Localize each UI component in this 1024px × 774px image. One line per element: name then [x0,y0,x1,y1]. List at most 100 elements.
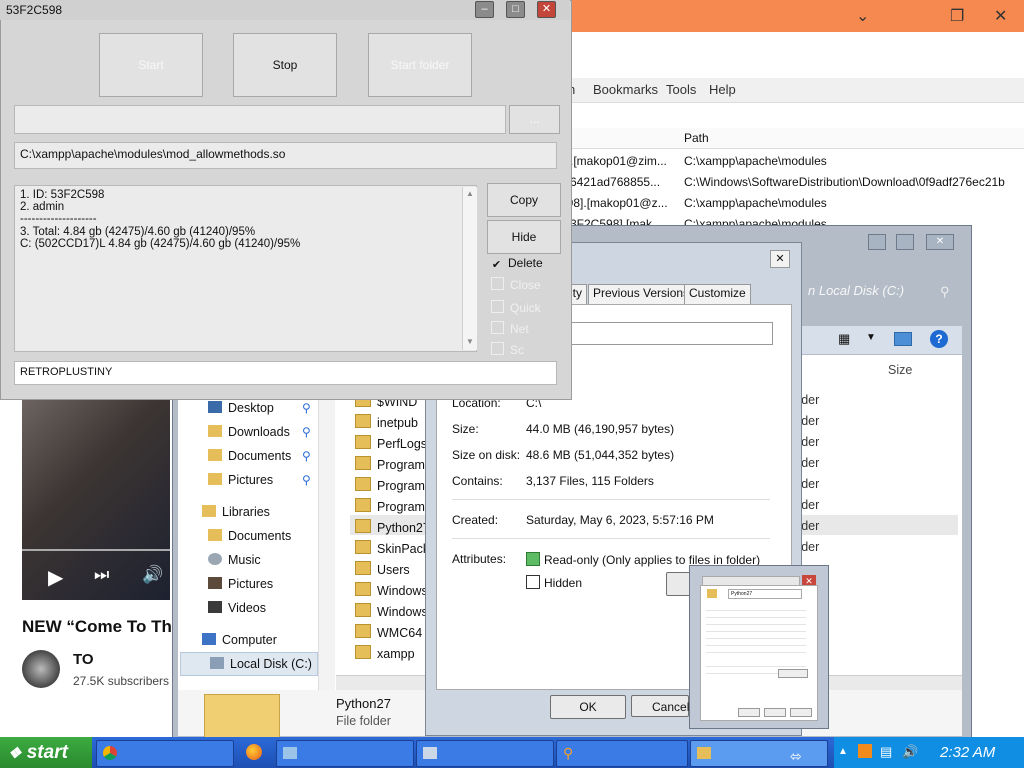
hidden-checkbox[interactable]: Hidden [526,575,582,590]
ok-button[interactable]: OK [550,695,626,719]
pictures-icon [208,577,222,589]
start-button[interactable]: ❖ start [0,737,92,768]
menu-item-tools[interactable]: Tools [666,82,696,97]
close-icon[interactable]: ✕ [537,1,556,18]
list-item[interactable]: Program [355,477,425,493]
list-item[interactable]: 598].[makop01@z... C:\xampp\apache\modul… [560,193,1024,214]
chevron-down-icon[interactable]: ▼ [866,332,876,343]
close-icon[interactable]: ✕ [770,250,790,268]
list-item[interactable]: inetpub [355,414,418,430]
start-folder-button[interactable]: Start folder [368,33,472,97]
file-name: Program [377,479,425,493]
log-scrollbar[interactable]: ▲ ▼ [462,187,477,350]
minimize-icon[interactable]: – [475,1,494,18]
list-item[interactable]: Windows [355,603,428,619]
tab-customize[interactable]: Customize [684,284,751,305]
list-item[interactable]: Windows [355,582,428,598]
log-line: -------------------- [20,213,97,226]
sidebar-item-downloads[interactable]: Downloads [208,425,290,439]
view-options-icon[interactable]: ▦ [838,331,850,347]
scroll-up-icon[interactable]: ▲ [466,189,474,198]
tab-previous-versions[interactable]: Previous Versions [588,284,695,305]
attributes-label: Attributes: [452,552,507,566]
taskbar-item-explorer[interactable] [690,740,828,767]
disk-icon [210,657,224,669]
divider [452,499,770,500]
start-button[interactable]: Start [99,33,203,97]
taskbar-item-window[interactable] [416,740,554,767]
menu-item-help[interactable]: Help [709,82,736,97]
sidebar-item-documents[interactable]: Documents [208,529,291,543]
net-checkbox[interactable]: Net [491,321,529,336]
minimize-icon[interactable]: ⌄ [856,6,869,26]
taskbar-item-firefox[interactable] [238,740,270,765]
list-item[interactable]: SkinPack [355,540,429,556]
taskbar-item-app[interactable] [276,740,414,767]
list-item[interactable]: ProgramD [355,498,434,514]
sidebar-item-libraries[interactable]: Libraries [202,505,270,519]
note-field[interactable]: RETROPLUSTINY [14,361,557,385]
sidebar-item-documents[interactable]: Documents [208,449,291,463]
folder-icon [355,645,371,659]
video-title[interactable]: NEW “Come To Th [22,617,172,637]
list-item[interactable]: 8].[makop01@zim... C:\xampp\apache\modul… [560,151,1024,172]
menu-item-bookmarks[interactable]: Bookmarks [593,82,658,97]
list-item[interactable]: PerfLogs [355,435,427,451]
help-icon[interactable]: ? [930,330,948,348]
hide-button[interactable]: Hide [487,220,561,254]
channel-name[interactable]: TO [73,651,94,668]
list-item[interactable]: xampp [355,645,415,661]
browse-button[interactable]: ... [509,105,560,134]
subscriber-count: 27.5K subscribers [73,674,170,688]
volume-icon[interactable]: 🔊 [142,565,163,585]
quick-checkbox[interactable]: Quick [491,300,541,315]
preview-pane-icon[interactable] [894,332,912,346]
network-icon[interactable]: ▤ [880,744,892,760]
sidebar-item-computer[interactable]: Computer [202,633,277,647]
nav-scrollbar[interactable] [318,385,335,690]
tray-app-icon[interactable] [858,744,872,758]
documents-icon [208,449,222,461]
folder-icon [355,582,371,596]
taskbar-item-search[interactable]: ⚲ [556,740,688,767]
maximize-icon[interactable]: □ [506,1,525,18]
video-progress[interactable] [22,549,170,551]
log-textarea[interactable]: 1. ID: 53F2C598 2. admin -----------------… [14,185,477,352]
copy-button[interactable]: Copy [487,183,561,217]
list-item[interactable]: WMC64 [355,624,422,640]
sidebar-item-pictures[interactable]: Pictures [208,473,273,487]
next-icon[interactable]: ⏭ [94,565,109,585]
sidebar-item-music[interactable]: Music [208,553,261,567]
sc-checkbox[interactable]: Sc [491,342,524,357]
sidebar-item-videos[interactable]: Videos [208,601,266,615]
close-icon[interactable]: ✕ [926,234,954,250]
minimize-icon[interactable] [868,234,886,250]
scroll-down-icon[interactable]: ▼ [466,337,474,346]
column-header-size[interactable]: Size [888,363,912,377]
sidebar-item-label: Computer [222,633,277,647]
close-checkbox[interactable]: Close [491,277,541,292]
sidebar-item-local-disk[interactable]: Local Disk (C:) [210,657,312,671]
taskbar-item-chrome[interactable] [96,740,234,767]
play-icon[interactable]: ▶ [48,565,63,590]
cancel-button[interactable]: Cancel [631,695,689,717]
sidebar-item-label: Videos [228,601,266,615]
restore-icon[interactable]: ❐ [950,6,964,26]
list-item[interactable]: af6421ad768855... C:\Windows\SoftwareDis… [560,172,1024,193]
clock[interactable]: 2:32 AM [940,744,995,761]
tray-expand-icon[interactable]: ▲ [838,746,848,757]
list-item[interactable]: Users [355,561,410,577]
list-item[interactable]: Python27 [355,519,430,535]
close-icon[interactable]: ✕ [994,6,1007,26]
delete-checkbox[interactable]: ✔ Delete [491,256,543,271]
stop-button[interactable]: Stop [233,33,337,97]
avatar[interactable] [22,650,60,688]
list-item[interactable]: Program [355,456,425,472]
maximize-icon[interactable] [896,234,914,250]
volume-icon[interactable]: 🔊 [902,744,918,760]
folder-input[interactable] [14,105,506,134]
sidebar-item-pictures[interactable]: Pictures [208,577,273,591]
column-header-path[interactable]: Path [684,131,709,145]
sidebar-item-desktop[interactable]: Desktop [208,401,274,415]
search-icon[interactable]: ⚲ [940,284,950,300]
